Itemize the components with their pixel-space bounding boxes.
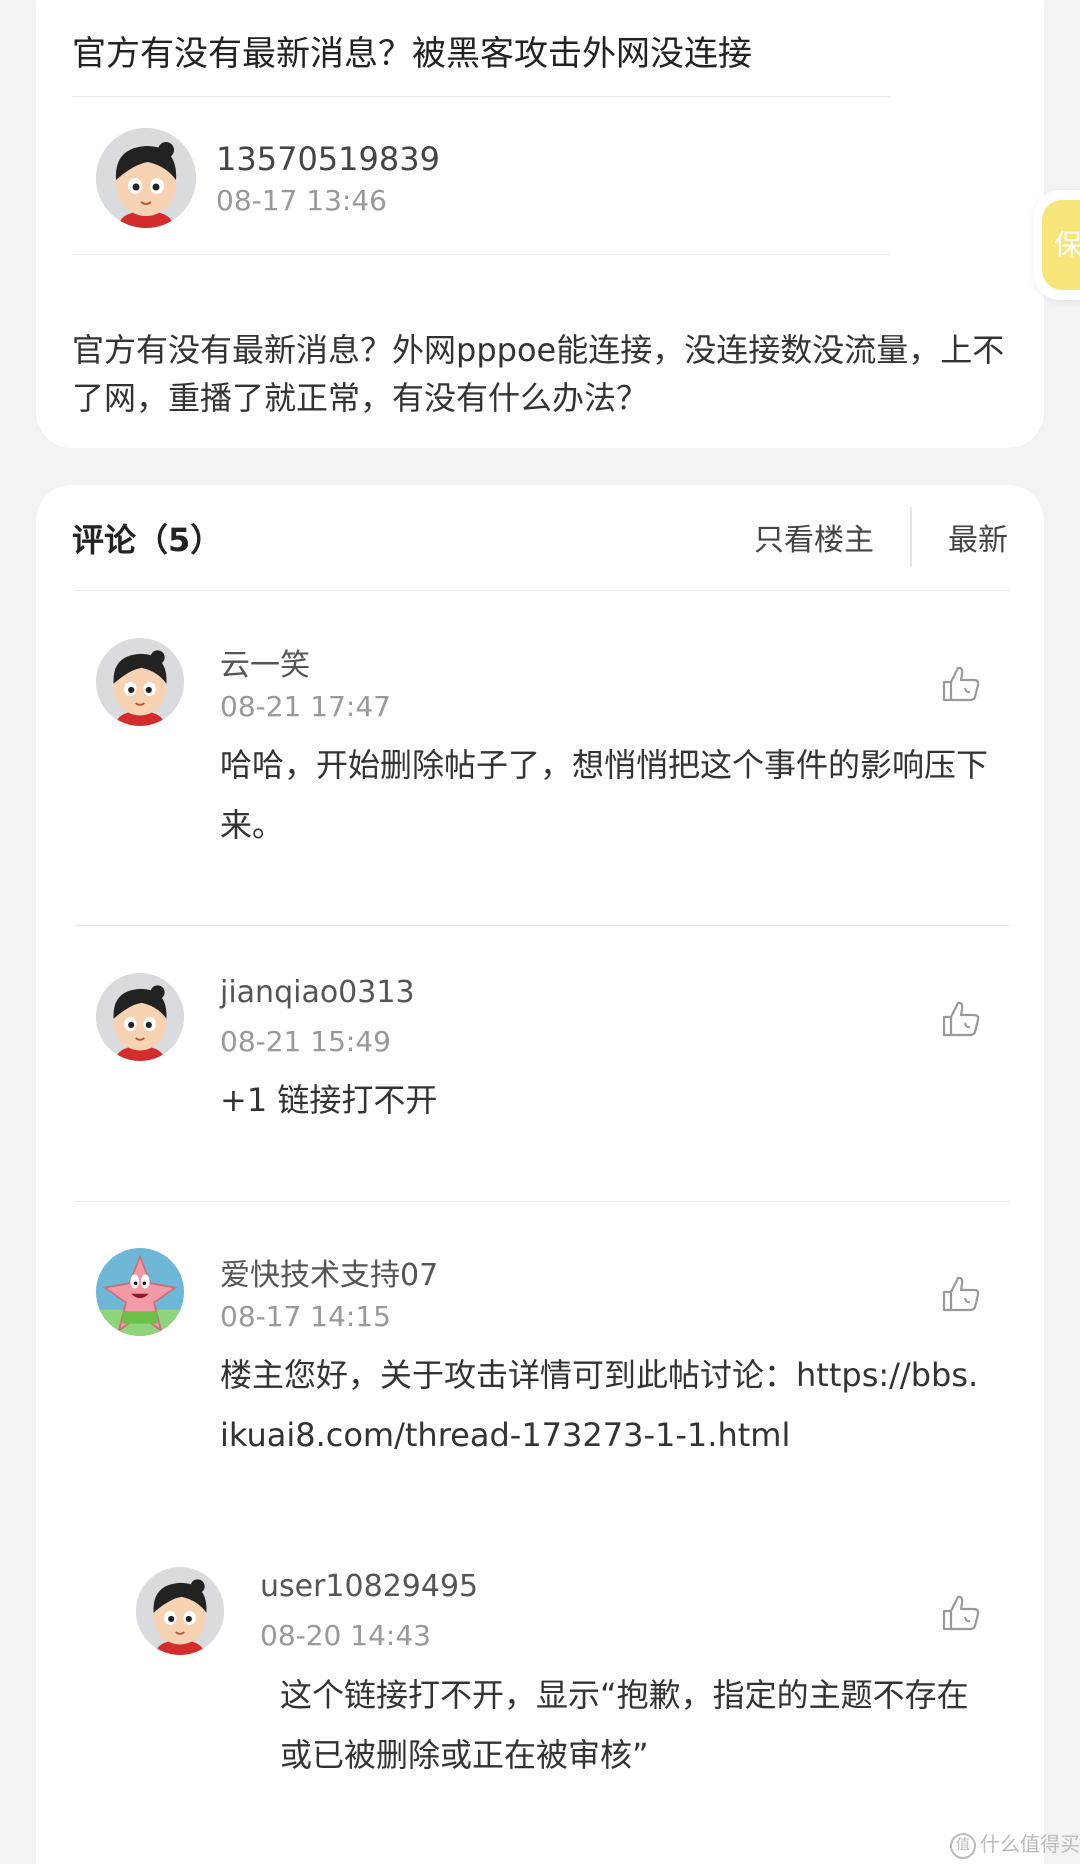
side-tab-label: 保 (1042, 200, 1080, 290)
divider (76, 1201, 1010, 1202)
comment-time: 08-17 14:15 (220, 1300, 391, 1333)
side-floating-tab[interactable]: 保 (1034, 190, 1080, 300)
cartoon-boy-avatar-icon (136, 1567, 224, 1655)
cartoon-boy-avatar-icon (96, 638, 184, 726)
commenter-avatar[interactable] (96, 1248, 184, 1336)
comment-text: 楼主您好，关于攻击详情可到此帖讨论：https://bbs.ikuai8.com… (220, 1356, 979, 1454)
reply-time: 08-20 14:43 (260, 1619, 431, 1652)
post-body: 官方有没有最新消息？外网pppoe能连接，没连接数没流量，上不了网，重播了就正常… (72, 331, 1005, 417)
filter-separator (910, 507, 912, 567)
commenter-name[interactable]: jianqiao0313 (220, 975, 415, 1010)
divider (76, 590, 1010, 591)
watermark: 值什么值得买 (950, 1828, 1080, 1859)
commenter-name[interactable]: 云一笑 (220, 640, 310, 684)
patrick-star-avatar-icon (96, 1248, 184, 1336)
thumbs-up-icon (942, 1001, 980, 1037)
watermark-text: 什么值得买 (980, 1832, 1080, 1856)
divider (72, 254, 890, 255)
cartoon-boy-avatar-icon (96, 973, 184, 1061)
reply-avatar[interactable] (136, 1567, 224, 1655)
page: 官方有没有最新消息？被黑客攻击外网没连接 13570519839 08-17 1… (0, 0, 1080, 1864)
comments-card: 评论（5） 只看楼主 最新 云一笑 08-21 17:47 哈哈，开始删除帖子了… (36, 485, 1044, 1864)
watermark-logo-icon: 值 (950, 1832, 976, 1859)
latest-sort[interactable]: 最新 (948, 515, 1008, 559)
author-avatar[interactable] (96, 128, 196, 228)
like-button[interactable] (940, 662, 984, 706)
comment-text: +1 链接打不开 (220, 1081, 438, 1119)
comments-count-title: 评论（5） (72, 521, 223, 559)
commenter-avatar[interactable] (96, 973, 184, 1061)
comment-time: 08-21 17:47 (220, 690, 391, 723)
divider (72, 96, 890, 97)
comment-text: 哈哈，开始删除帖子了，想悄悄把这个事件的影响压下来。 (220, 746, 989, 844)
thumbs-up-icon (942, 1595, 980, 1631)
post-time: 08-17 13:46 (216, 184, 387, 217)
thumbs-up-icon (942, 666, 980, 702)
reply-name[interactable]: user10829495 (260, 1569, 478, 1604)
like-button[interactable] (940, 1591, 984, 1635)
commenter-name[interactable]: 爱快技术支持07 (220, 1250, 438, 1294)
comment-time: 08-21 15:49 (220, 1025, 391, 1058)
cartoon-boy-avatar-icon (96, 128, 196, 228)
post-card: 官方有没有最新消息？被黑客攻击外网没连接 13570519839 08-17 1… (36, 0, 1044, 448)
reply-text: 这个链接打不开，显示“抱歉，指定的主题不存在或已被删除或正在被审核” (280, 1676, 969, 1774)
only-op-filter[interactable]: 只看楼主 (754, 515, 874, 559)
like-button[interactable] (940, 1272, 984, 1316)
commenter-avatar[interactable] (96, 638, 184, 726)
author-name[interactable]: 13570519839 (216, 140, 440, 178)
divider (76, 925, 1010, 926)
thumbs-up-icon (942, 1276, 980, 1312)
post-title: 官方有没有最新消息？被黑客攻击外网没连接 (72, 34, 752, 74)
like-button[interactable] (940, 997, 984, 1041)
